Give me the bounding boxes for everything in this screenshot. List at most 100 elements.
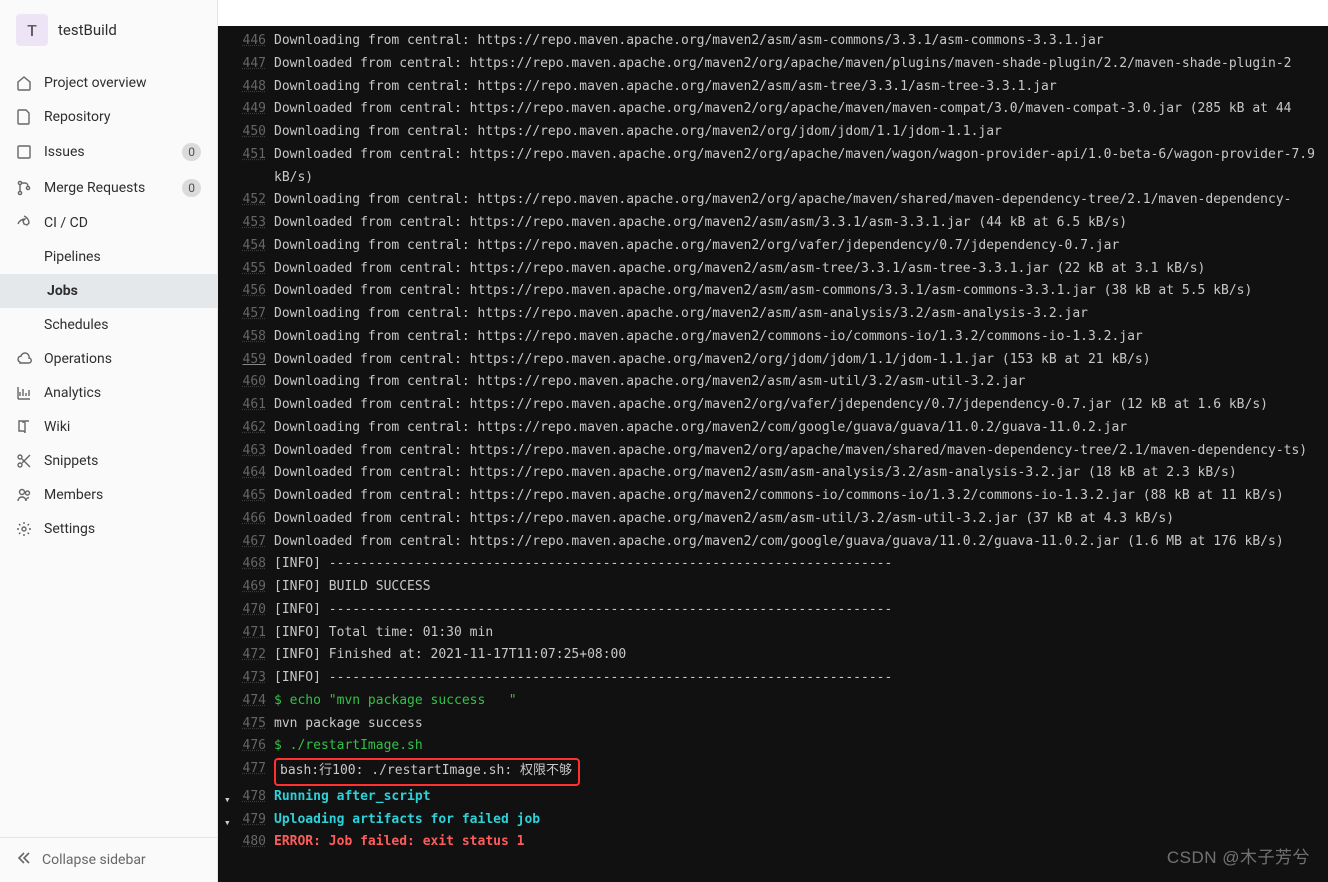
log-text: Downloading from central: https://repo.m… (274, 189, 1328, 212)
log-text: Downloaded from central: https://repo.ma… (274, 485, 1328, 508)
line-number[interactable]: 475 (243, 716, 266, 731)
log-text: [INFO] Total time: 01:30 min (274, 622, 1328, 645)
line-number[interactable]: 449 (243, 101, 266, 116)
line-number[interactable]: 476 (243, 738, 266, 753)
top-gap (218, 0, 1328, 26)
log-line: 464 Downloaded from central: https://repo… (218, 462, 1328, 485)
line-number[interactable]: 474 (243, 693, 266, 708)
line-number[interactable]: 465 (243, 488, 266, 503)
main: 446 Downloading from central: https://rep… (218, 0, 1328, 882)
sidebar-item-cicd[interactable]: CI / CD (0, 206, 217, 240)
issues-badge: 0 (182, 143, 201, 161)
log-line: 477 bash:行100: ./restartImage.sh: 权限不够 (218, 758, 1328, 786)
sidebar-item-operations[interactable]: Operations (0, 342, 217, 376)
log-line: 475mvn package success (218, 713, 1328, 736)
line-number[interactable]: 462 (243, 420, 266, 435)
line-number[interactable]: 473 (243, 670, 266, 685)
line-number[interactable]: 446 (243, 33, 266, 48)
line-number[interactable]: 455 (243, 261, 266, 276)
log-line: 458 Downloading from central: https://rep… (218, 326, 1328, 349)
log-line: 476 $ ./restartImage.sh (218, 735, 1328, 758)
line-number[interactable]: 479 (243, 812, 266, 827)
line-number[interactable]: 451 (243, 147, 266, 162)
sidebar-item-settings[interactable]: Settings (0, 512, 217, 546)
log-line: 457Downloading from central: https://rep… (218, 303, 1328, 326)
log-text: Downloaded from central: https://repo.ma… (274, 349, 1328, 372)
line-number[interactable]: 478 (243, 789, 266, 804)
line-number[interactable]: 472 (243, 647, 266, 662)
log-text: Downloaded from central: https://repo.ma… (274, 258, 1328, 281)
sidebar-item-label: Settings (44, 521, 201, 537)
chevron-left-double-icon (16, 850, 32, 870)
line-number[interactable]: 471 (243, 625, 266, 640)
log-text: Downloading from central: https://repo.m… (274, 417, 1328, 440)
log-text: Downloaded from central: https://repo.ma… (274, 53, 1328, 76)
sidebar-item-repository[interactable]: Repository (0, 100, 217, 134)
sidebar-item-jobs[interactable]: Jobs (0, 274, 217, 308)
line-number[interactable]: 466 (243, 511, 266, 526)
sidebar-item-label: CI / CD (44, 215, 201, 231)
log-text: [INFO] Finished at: 2021-11-17T11:07:25+… (274, 644, 1328, 667)
sidebar-item-issues[interactable]: Issues 0 (0, 134, 217, 170)
log-text: Downloading from central: https://repo.m… (274, 121, 1328, 144)
sidebar-item-label: Repository (44, 109, 201, 125)
log-text: Downloaded from central: https://repo.ma… (274, 280, 1328, 303)
line-number[interactable]: 470 (243, 602, 266, 617)
log-text: Downloading from central: https://repo.m… (274, 76, 1328, 99)
log-text: Downloaded from central: https://repo.ma… (274, 531, 1328, 554)
line-number[interactable]: 458 (243, 329, 266, 344)
project-name: testBuild (58, 21, 117, 39)
log-text: [INFO] BUILD SUCCESS (274, 576, 1328, 599)
line-number[interactable]: 448 (243, 79, 266, 94)
log-line: 446Downloading from central: https://rep… (218, 30, 1328, 53)
log-text: Downloading from central: https://repo.m… (274, 371, 1328, 394)
book-icon (16, 419, 32, 435)
sidebar-item-schedules[interactable]: Schedules (0, 308, 217, 342)
line-number[interactable]: 452 (243, 192, 266, 207)
line-number[interactable]: 457 (243, 306, 266, 321)
line-number[interactable]: 467 (243, 534, 266, 549)
sidebar-item-members[interactable]: Members (0, 478, 217, 512)
home-icon (16, 75, 32, 91)
highlighted-error: bash:行100: ./restartImage.sh: 权限不够 (274, 758, 580, 786)
sidebar-item-snippets[interactable]: Snippets (0, 444, 217, 478)
log-line: 460 Downloading from central: https://rep… (218, 371, 1328, 394)
log-line: 473[INFO] ------------------------------… (218, 667, 1328, 690)
line-number[interactable]: 456 (243, 283, 266, 298)
log-line: ▾478Running after_script (218, 786, 1328, 809)
log-text: Downloaded from central: https://repo.ma… (274, 440, 1328, 463)
sidebar-item-merge-requests[interactable]: Merge Requests 0 (0, 170, 217, 206)
sidebar-item-analytics[interactable]: Analytics (0, 376, 217, 410)
line-number[interactable]: 454 (243, 238, 266, 253)
line-number[interactable]: 469 (243, 579, 266, 594)
sidebar-item-overview[interactable]: Project overview (0, 66, 217, 100)
log-text: Downloaded from central: https://repo.ma… (274, 394, 1328, 417)
line-number[interactable]: 464 (243, 465, 266, 480)
line-number[interactable]: 447 (243, 56, 266, 71)
line-number[interactable]: 450 (243, 124, 266, 139)
log-text: Downloading from central: https://repo.m… (274, 326, 1328, 349)
log-text: Downloading from central: https://repo.m… (274, 235, 1328, 258)
collapse-caret-icon[interactable]: ▾ (224, 790, 231, 809)
line-number[interactable]: 463 (243, 443, 266, 458)
line-number[interactable]: 453 (243, 215, 266, 230)
sidebar-item-pipelines[interactable]: Pipelines (0, 240, 217, 274)
log-line: 470[INFO] ------------------------------… (218, 599, 1328, 622)
line-number[interactable]: 460 (243, 374, 266, 389)
log-text: Downloaded from central: https://repo.ma… (274, 462, 1328, 485)
project-header[interactable]: T testBuild (0, 0, 217, 60)
merge-icon (16, 180, 32, 196)
log-text: bash:行100: ./restartImage.sh: 权限不够 (274, 758, 1328, 786)
log-text: $ ./restartImage.sh (274, 735, 1328, 758)
line-number[interactable]: 461 (243, 397, 266, 412)
line-number[interactable]: 459 (243, 352, 266, 367)
line-number[interactable]: 477 (243, 761, 266, 776)
collapse-sidebar-button[interactable]: Collapse sidebar (0, 837, 217, 882)
job-log-console[interactable]: 446 Downloading from central: https://rep… (218, 26, 1328, 882)
log-line: 448 Downloading from central: https://rep… (218, 76, 1328, 99)
line-number[interactable]: 468 (243, 556, 266, 571)
collapse-caret-icon[interactable]: ▾ (224, 813, 231, 832)
line-number[interactable]: 480 (243, 834, 266, 849)
sidebar-item-wiki[interactable]: Wiki (0, 410, 217, 444)
log-line: 468[INFO] ------------------------------… (218, 553, 1328, 576)
